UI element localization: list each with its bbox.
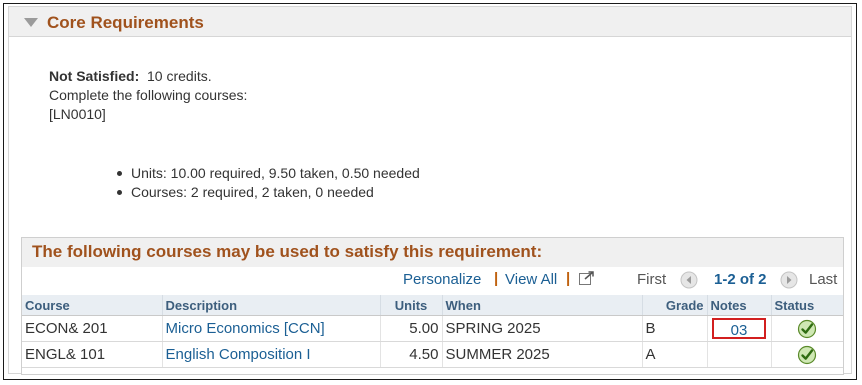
popout-icon[interactable] [579, 271, 595, 285]
view-all-link[interactable]: View All [505, 271, 557, 288]
column-header-grade[interactable]: Grade [642, 295, 708, 316]
list-item: Units: 10.00 required, 9.50 taken, 0.50 … [117, 164, 420, 183]
last-page-link[interactable]: Last [809, 271, 837, 288]
grid-title-bar: The following courses may be used to sat… [22, 238, 843, 267]
grade-cell: B [642, 315, 708, 342]
requirement-summary-list: Units: 10.00 required, 9.50 taken, 0.50 … [117, 164, 420, 202]
column-header-status[interactable]: Status [771, 295, 843, 316]
row-range: 1-2 of 2 [714, 271, 767, 288]
column-header-when[interactable]: When [442, 295, 643, 316]
bullet-icon [117, 190, 122, 195]
table-row: ECON& 201 Micro Economics [CCN] 5.00 SPR… [22, 315, 843, 342]
nav-separator: | [566, 270, 571, 287]
section-header[interactable]: Core Requirements [8, 6, 852, 37]
requirement-status: Not Satisfied: 10 credits. Complete the … [49, 67, 247, 124]
personalize-link[interactable]: Personalize [403, 271, 481, 288]
requirement-code: [LN0010] [49, 106, 106, 122]
course-cell: ECON& 201 [22, 315, 163, 342]
check-icon [798, 345, 817, 364]
when-cell: SPRING 2025 [442, 315, 643, 342]
next-arrow-icon[interactable] [780, 271, 798, 289]
table-row: ENGL& 101 English Composition I 4.50 SUM… [22, 341, 843, 368]
course-description-link[interactable]: Micro Economics [CCN] [166, 320, 325, 337]
units-cell: 5.00 [380, 315, 443, 342]
course-description-link[interactable]: English Composition I [166, 346, 311, 363]
column-header-course[interactable]: Course [22, 295, 163, 316]
course-cell: ENGL& 101 [22, 341, 163, 368]
grid-navigation: Personalize | View All | First 1-2 of 2 … [22, 267, 843, 293]
grade-cell: A [642, 341, 708, 368]
description-cell: Micro Economics [CCN] [162, 315, 381, 342]
courses-summary: Courses: 2 required, 2 taken, 0 needed [131, 184, 374, 200]
status-value: 10 credits. [147, 68, 212, 84]
notes-cell [707, 341, 772, 368]
previous-arrow-icon[interactable] [680, 271, 698, 289]
grid-title: The following courses may be used to sat… [32, 242, 543, 261]
description-cell: English Composition I [162, 341, 381, 368]
notes-cell: 03 [707, 315, 772, 342]
when-cell: SUMMER 2025 [442, 341, 643, 368]
nav-separator: | [494, 270, 499, 287]
notes-link[interactable]: 03 [712, 318, 766, 339]
status-cell [771, 341, 843, 368]
section-title: Core Requirements [47, 13, 204, 32]
first-page-link[interactable]: First [637, 271, 666, 288]
course-table: Course Description Units When Grade Note… [22, 295, 843, 368]
status-cell [771, 315, 843, 342]
list-item: Courses: 2 required, 2 taken, 0 needed [117, 183, 420, 202]
collapse-triangle-icon[interactable] [24, 18, 38, 27]
units-summary: Units: 10.00 required, 9.50 taken, 0.50 … [131, 165, 420, 181]
units-cell: 4.50 [380, 341, 443, 368]
column-header-units[interactable]: Units [380, 295, 443, 316]
status-label: Not Satisfied: [49, 68, 140, 84]
table-header-row: Course Description Units When Grade Note… [22, 295, 843, 316]
course-grid: The following courses may be used to sat… [21, 237, 844, 375]
instruction-text: Complete the following courses: [49, 87, 248, 103]
column-header-notes[interactable]: Notes [707, 295, 772, 316]
column-header-description[interactable]: Description [162, 295, 381, 316]
check-icon [798, 319, 817, 338]
bullet-icon [117, 171, 122, 176]
